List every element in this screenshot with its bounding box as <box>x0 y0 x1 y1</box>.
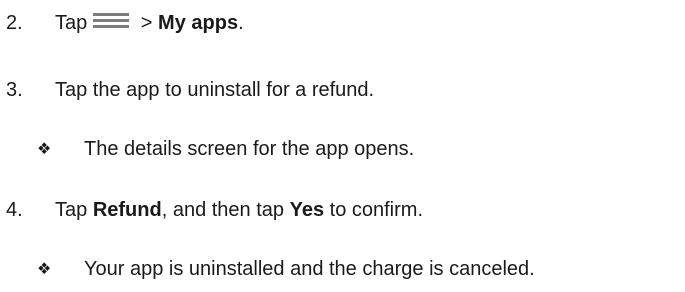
yes-label: Yes <box>289 199 325 221</box>
refund-label: Refund <box>92 199 162 221</box>
step-prefix: Tap <box>55 12 88 34</box>
step-suffix: . <box>238 12 244 34</box>
step-number: 4. <box>6 199 23 221</box>
instructions-page: 2. Tap > My apps. 3. Tap the app to unin… <box>0 0 685 292</box>
step-prefix: Tap <box>55 199 93 221</box>
step-middle: , and then tap <box>161 199 290 221</box>
step-number: 3. <box>6 79 23 101</box>
menu-icon <box>93 8 130 38</box>
diamond-bullet-icon: ❖ <box>37 259 52 278</box>
step-text: Tap > My apps. <box>55 8 244 38</box>
step-text: Tap the app to uninstall for a refund. <box>55 79 375 101</box>
my-apps-label: My apps <box>158 12 239 34</box>
step-suffix: to confirm. <box>324 199 423 221</box>
step-connector: > <box>135 12 159 34</box>
diamond-bullet-icon: ❖ <box>37 139 52 158</box>
result-text: The details screen for the app opens. <box>84 138 415 160</box>
result-text: Your app is uninstalled and the charge i… <box>84 258 535 280</box>
step-number: 2. <box>6 12 23 34</box>
step-text: Tap Refund, and then tap Yes to confirm. <box>55 195 423 225</box>
